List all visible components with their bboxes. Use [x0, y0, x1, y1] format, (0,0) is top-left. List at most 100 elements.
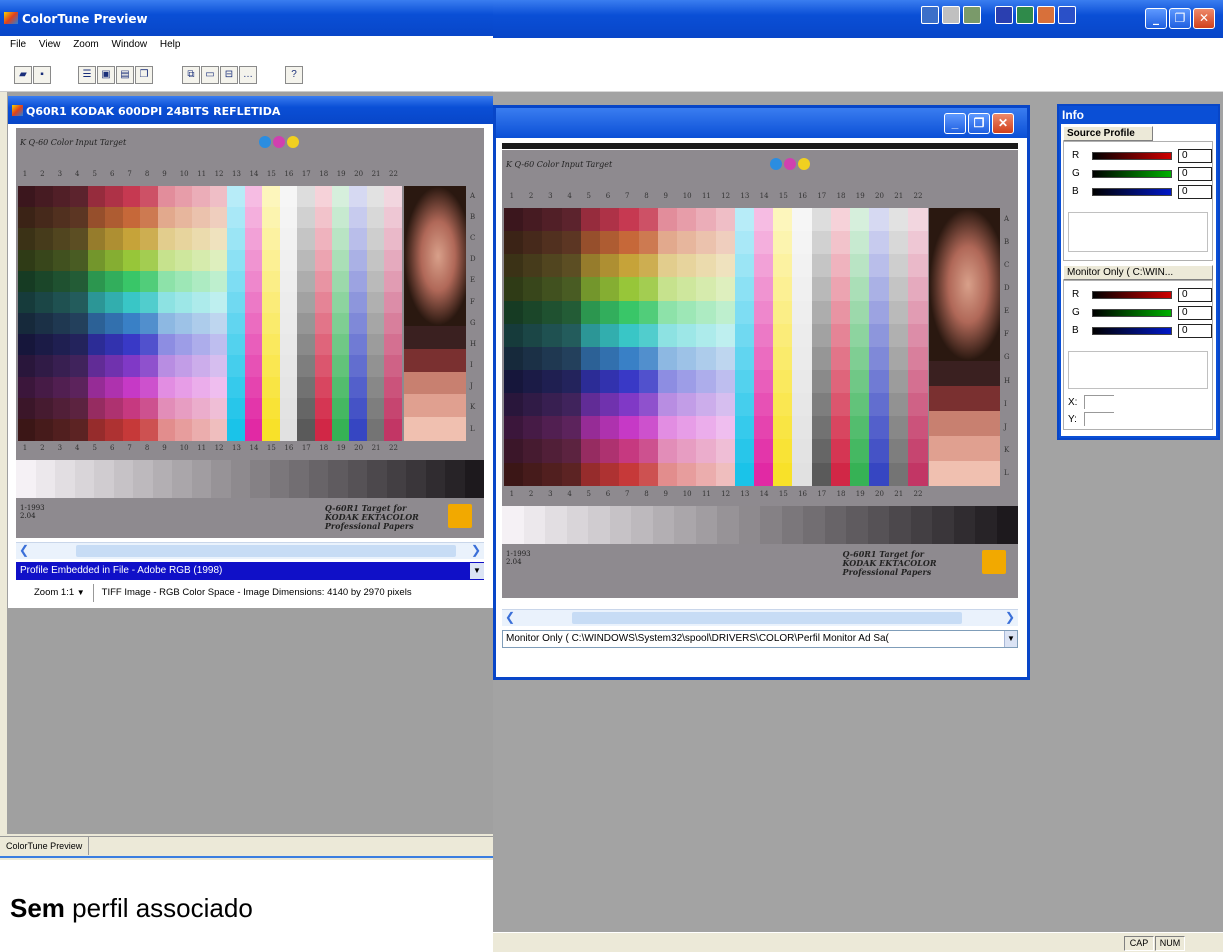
gray-step: [889, 505, 911, 544]
source-r-slider[interactable]: [1092, 152, 1172, 160]
color-patch: [754, 462, 774, 487]
column-number: 1: [22, 444, 28, 453]
color-patch: [297, 334, 316, 356]
color-patch: [638, 231, 659, 255]
save-icon[interactable]: ▪: [33, 66, 51, 84]
tab-monitor-only[interactable]: Monitor Only ( C:\WIN...: [1063, 265, 1213, 280]
color-patch: [244, 419, 263, 441]
chevron-down-icon[interactable]: ▼: [470, 563, 484, 579]
right-profile-combo[interactable]: Monitor Only ( C:\WINDOWS\System32\spool…: [502, 630, 1018, 648]
color-patch: [70, 334, 89, 356]
source-g-slider[interactable]: [1092, 170, 1172, 178]
monitor-r-slider[interactable]: [1092, 291, 1172, 299]
color-patch: [773, 300, 793, 325]
window-icon[interactable]: ▭: [201, 66, 219, 84]
image-icon[interactable]: ▣: [97, 66, 115, 84]
toolbar: ▰ ▪ ☰ ▣ ▤ ❐ ⧉ ▭ ⊟ … ?: [0, 56, 493, 92]
monitor-g-slider[interactable]: [1092, 309, 1172, 317]
menu-help[interactable]: Help: [160, 39, 181, 50]
color-patch: [314, 228, 333, 251]
list-icon[interactable]: ☰: [78, 66, 96, 84]
scroll-left-icon[interactable]: ❮: [505, 610, 515, 624]
color-patch: [192, 376, 211, 399]
portrait-image: [403, 186, 466, 326]
color-patch: [715, 254, 736, 278]
color-patch: [314, 291, 333, 314]
maximize-button[interactable]: ❐: [968, 113, 990, 134]
color-patch: [52, 313, 71, 335]
color-patch: [619, 231, 640, 255]
tray-app-icon[interactable]: [963, 6, 981, 24]
zoom-dropdown[interactable]: Zoom 1:1 ▼: [16, 584, 94, 602]
tray-app-icon[interactable]: [1016, 6, 1034, 24]
color-patch: [715, 439, 736, 464]
tray-app-icon[interactable]: [995, 6, 1013, 24]
color-patch: [657, 416, 678, 440]
monitor-b-slider[interactable]: [1092, 327, 1172, 335]
column-number: 3: [57, 444, 63, 453]
color-patch: [192, 355, 211, 378]
scroll-right-icon[interactable]: ❯: [1005, 610, 1015, 624]
gray-step: [824, 505, 847, 544]
color-patch: [18, 419, 36, 441]
scroll-thumb[interactable]: [76, 545, 456, 557]
tile-icon[interactable]: ⧉: [182, 66, 200, 84]
gray-step: [674, 505, 696, 544]
color-patch: [140, 313, 159, 335]
close-button[interactable]: ✕: [992, 113, 1014, 134]
color-patch: [384, 186, 403, 208]
chart-icon[interactable]: ▤: [116, 66, 134, 84]
tab-source-profile[interactable]: Source Profile: [1063, 126, 1153, 141]
left-horizontal-scrollbar[interactable]: ❮ ❯: [16, 542, 484, 559]
color-patch: [773, 231, 793, 255]
scroll-left-icon[interactable]: ❮: [19, 543, 29, 557]
color-patch: [561, 300, 582, 325]
right-horizontal-scrollbar[interactable]: ❮ ❯: [502, 609, 1018, 626]
more-icon[interactable]: …: [239, 66, 257, 84]
color-patch: [523, 208, 543, 232]
color-patch: [850, 277, 870, 302]
chevron-down-icon[interactable]: ▼: [1004, 631, 1017, 647]
gray-step: [289, 460, 309, 499]
color-patch: [542, 323, 563, 348]
help-icon[interactable]: ?: [285, 66, 303, 84]
open-icon[interactable]: ▰: [14, 66, 32, 84]
menu-zoom[interactable]: Zoom: [73, 39, 99, 50]
source-b-slider[interactable]: [1092, 188, 1172, 196]
tray-app-icon[interactable]: [1058, 6, 1076, 24]
color-patch: [70, 419, 89, 441]
right-app-titlebar: _ ❐ ✕: [493, 0, 1223, 38]
gray-step: [631, 505, 653, 544]
target-label: K Q-60 Color Input Target: [506, 160, 613, 169]
maximize-button[interactable]: ❐: [1169, 8, 1191, 29]
minimize-button[interactable]: _: [1145, 8, 1167, 29]
color-patch: [677, 346, 697, 371]
color-patch: [35, 291, 54, 314]
menu-view[interactable]: View: [39, 39, 61, 50]
copy-icon[interactable]: ❐: [135, 66, 153, 84]
color-patch: [811, 231, 832, 255]
scroll-thumb[interactable]: [572, 612, 962, 624]
right-doc-window: _ ❐ ✕ K Q-60 Color Input Target 1 1 2 2 3 3 4 4 5…: [493, 105, 1030, 680]
split-icon[interactable]: ⊟: [220, 66, 238, 84]
tray-app-icon[interactable]: [942, 6, 960, 24]
minimize-button[interactable]: _: [944, 113, 966, 134]
menu-window[interactable]: Window: [112, 39, 148, 50]
color-patch: [70, 355, 89, 378]
color-patch: [850, 462, 870, 487]
color-patch: [174, 334, 193, 356]
color-patch: [504, 439, 524, 464]
gray-step: [803, 505, 825, 544]
color-patch: [580, 439, 601, 464]
column-number: 22: [913, 192, 923, 200]
tray-app-icon[interactable]: [1037, 6, 1055, 24]
menu-file[interactable]: File: [10, 39, 26, 50]
close-button[interactable]: ✕: [1193, 8, 1215, 29]
left-profile-combo-value: Profile Embedded in File - Adobe RGB (19…: [20, 565, 223, 576]
tray-app-icon[interactable]: [921, 6, 939, 24]
left-profile-combo[interactable]: Profile Embedded in File - Adobe RGB (19…: [16, 562, 484, 580]
color-patch: [869, 439, 890, 464]
scroll-right-icon[interactable]: ❯: [471, 543, 481, 557]
color-patch: [869, 300, 890, 325]
color-patch: [734, 208, 755, 232]
